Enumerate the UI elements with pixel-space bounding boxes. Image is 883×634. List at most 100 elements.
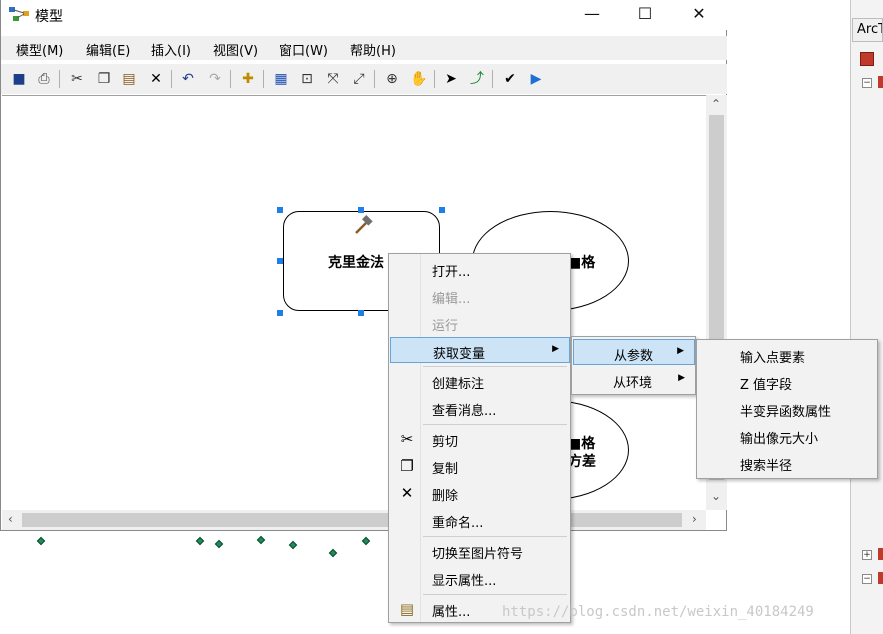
menu-item-label: Z 值字段	[740, 378, 793, 393]
menu-item-label: 搜索半径	[740, 459, 793, 474]
menu-item-label: 查看消息...	[432, 404, 497, 419]
menu-item-input-point-features[interactable]: 输入点要素	[698, 342, 878, 368]
arctoolbox-panel	[850, 0, 883, 634]
expand-icon[interactable]: +	[862, 550, 872, 560]
menu-item-rename[interactable]: 重命名...	[390, 507, 570, 533]
pan-icon[interactable]: ✋	[409, 69, 429, 89]
horizontal-scroll-thumb[interactable]	[22, 513, 682, 527]
select-icon[interactable]: ➤	[441, 69, 461, 89]
tool-node-label: 克里金法	[328, 255, 384, 271]
context-menu: 打开... 编辑... 运行 获取变量 ▶ 创建标注 查看消息... ✂ 剪切 …	[388, 253, 571, 623]
full-extent-icon[interactable]: ⊡	[297, 69, 317, 89]
menu-item-z-value-field[interactable]: Z 值字段	[698, 369, 878, 395]
output-variance-label-bottom: 方差	[568, 454, 596, 470]
menu-separator	[423, 594, 567, 595]
output-variance-label-top: ■格	[568, 436, 596, 452]
toolbar-separator	[434, 70, 435, 88]
menu-item-edit[interactable]: 编辑...	[390, 283, 570, 309]
menu-item-output-cell-size[interactable]: 输出像元大小	[698, 423, 878, 449]
arctoolbox-tab[interactable]: ArcT	[852, 18, 883, 42]
auto-layout-icon[interactable]: ▦	[271, 69, 291, 89]
scroll-left-icon[interactable]: ‹	[8, 512, 13, 526]
menu-item-label: 获取变量	[433, 347, 486, 362]
menu-item-open[interactable]: 打开...	[390, 256, 570, 282]
menu-edit[interactable]: 编辑(E)	[86, 40, 130, 59]
print-icon[interactable]: ⎙	[34, 69, 54, 89]
maximize-button[interactable]: ☐	[622, 0, 668, 30]
menu-separator	[423, 536, 567, 537]
menu-help[interactable]: 帮助(H)	[350, 40, 396, 59]
output-raster-label: ■格	[568, 255, 596, 271]
selection-handle[interactable]	[277, 310, 283, 316]
connector-dot	[195, 536, 205, 546]
menu-item-label: 创建标注	[432, 377, 485, 392]
window-title: 模型	[35, 9, 63, 25]
menu-view[interactable]: 视图(V)	[213, 40, 258, 59]
menu-item-display-properties[interactable]: 显示属性...	[390, 565, 570, 591]
menu-item-delete[interactable]: ✕ 删除	[390, 480, 570, 506]
selection-handle[interactable]	[358, 207, 364, 213]
scroll-up-icon[interactable]: ⌃	[711, 97, 721, 111]
scroll-right-icon[interactable]: ›	[692, 512, 697, 526]
menu-item-get-variable[interactable]: 获取变量 ▶	[390, 337, 570, 363]
get-variable-submenu: 从参数 ▶ 从环境 ▶	[571, 336, 696, 395]
menu-item-label: 剪切	[432, 435, 459, 450]
menu-model[interactable]: 模型(M)	[16, 40, 63, 59]
redo-icon[interactable]: ↷	[205, 69, 225, 89]
copy-icon[interactable]: ❐	[94, 69, 114, 89]
collapse-icon[interactable]: −	[862, 574, 872, 584]
toolbar-separator	[374, 70, 375, 88]
selection-handle[interactable]	[358, 310, 364, 316]
menu-item-create-label[interactable]: 创建标注	[390, 368, 570, 394]
menu-item-semivariogram-properties[interactable]: 半变异函数属性	[698, 396, 878, 422]
toolbar-separator	[59, 70, 60, 88]
collapse-icon[interactable]: −	[862, 78, 872, 88]
cut-icon[interactable]: ✂	[67, 69, 87, 89]
menu-item-label: 输出像元大小	[740, 432, 819, 447]
menu-item-copy[interactable]: ❐ 复制	[390, 453, 570, 479]
validate-icon[interactable]: ✔	[500, 69, 520, 89]
menu-item-run[interactable]: 运行	[390, 310, 570, 336]
toolbar-separator	[171, 70, 172, 88]
menu-insert[interactable]: 插入(I)	[151, 40, 191, 59]
connector-dot	[328, 548, 338, 558]
menu-item-from-environment[interactable]: 从环境 ▶	[573, 367, 695, 393]
title-bar[interactable]: 模型 — ☐ ✕	[1, 0, 727, 30]
toolset-icon	[878, 572, 883, 584]
fixed-zoom-out-icon[interactable]: ⤢	[349, 69, 369, 89]
menu-item-from-parameters[interactable]: 从参数 ▶	[573, 339, 695, 365]
menu-item-switch-image-symbol[interactable]: 切换至图片符号	[390, 538, 570, 564]
minimize-button[interactable]: —	[569, 0, 615, 30]
menu-item-view-messages[interactable]: 查看消息...	[390, 395, 570, 421]
save-icon[interactable]: ■	[9, 69, 29, 89]
menu-item-label: 切换至图片符号	[432, 547, 524, 562]
selection-handle[interactable]	[277, 207, 283, 213]
zoom-in-icon[interactable]: ⊕	[382, 69, 402, 89]
copy-icon: ❐	[400, 457, 414, 475]
undo-icon[interactable]: ↶	[178, 69, 198, 89]
toolbox-icon	[860, 52, 874, 66]
watermark: https://blog.csdn.net/weixin_40184249	[502, 604, 814, 620]
menu-item-search-radius[interactable]: 搜索半径	[698, 450, 878, 476]
scroll-down-icon[interactable]: ⌄	[711, 489, 721, 503]
connector-dot	[256, 535, 266, 545]
horizontal-scrollbar[interactable]: ‹ ›	[2, 510, 706, 530]
selection-handle[interactable]	[277, 258, 283, 264]
submenu-arrow-icon: ▶	[677, 346, 684, 356]
connector-dot	[36, 536, 46, 546]
menu-separator	[423, 366, 567, 367]
connector-dot	[214, 539, 224, 549]
run-icon[interactable]: ▶	[526, 69, 546, 89]
menu-item-label: 属性...	[432, 605, 471, 620]
menu-item-cut[interactable]: ✂ 剪切	[390, 426, 570, 452]
close-button[interactable]: ✕	[676, 0, 722, 30]
menu-item-label: 半变异函数属性	[740, 405, 832, 420]
paste-icon[interactable]: ▤	[119, 69, 139, 89]
add-data-icon[interactable]: ✚	[238, 69, 258, 89]
fixed-zoom-in-icon[interactable]: ⤧	[323, 69, 343, 89]
connect-icon[interactable]: ⤴	[467, 69, 487, 89]
delete-icon: ✕	[400, 484, 414, 502]
delete-icon[interactable]: ✕	[146, 69, 166, 89]
menu-window[interactable]: 窗口(W)	[279, 40, 328, 59]
selection-handle[interactable]	[439, 207, 445, 213]
